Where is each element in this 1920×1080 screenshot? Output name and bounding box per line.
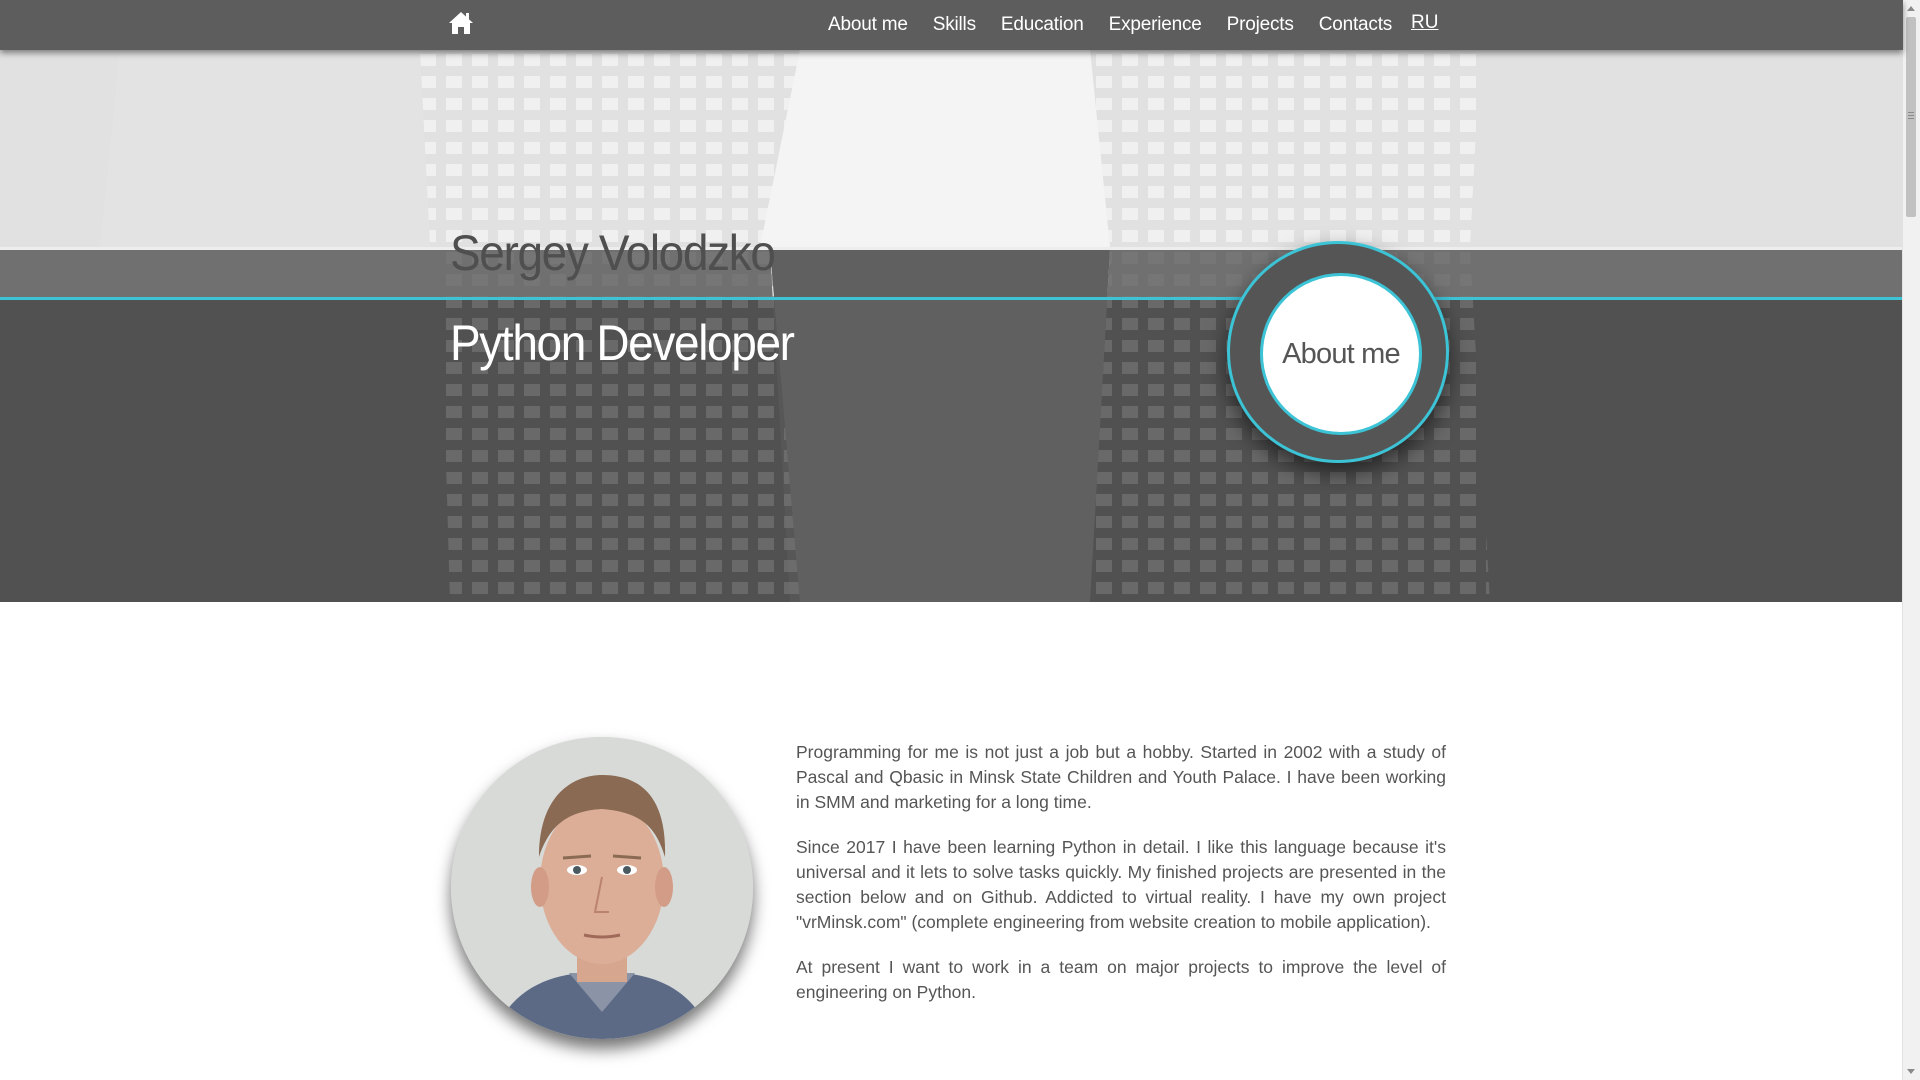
home-icon[interactable] [448,11,474,35]
nav-item-skills[interactable]: Skills [933,14,976,36]
nav-item-about-me[interactable]: About me [828,14,908,36]
about-paragraph: At present I want to work in a team on m… [796,957,1446,1002]
hero-accent-line [0,297,1903,300]
hero-role: Python Developer [450,315,795,371]
about-paragraph: Since 2017 I have been learning Python i… [796,837,1446,932]
language-switch-link[interactable]: RU [1411,12,1438,34]
nav-menu: About me Skills Education Experience Pro… [828,0,1417,50]
profile-photo-image [451,737,753,1039]
about-paragraph: Programming for me is not just a job but… [796,742,1446,812]
profile-photo [451,737,753,1039]
nav-item-contacts[interactable]: Contacts [1319,14,1393,36]
nav-item-projects[interactable]: Projects [1227,14,1294,36]
nav-item-education[interactable]: Education [1001,14,1084,36]
page: Sergey Volodzko Python Developer About m… [0,0,1903,1080]
scroll-up-arrow-icon[interactable] [1907,6,1915,11]
top-navigation-bar: About me Skills Education Experience Pro… [0,0,1903,50]
buildings-background-image [0,50,1903,602]
hero-name: Sergey Volodzko [450,225,776,281]
page-scrollbar[interactable] [1902,0,1920,1080]
about-me-badge: About me [1260,273,1422,435]
hero-section: Sergey Volodzko Python Developer About m… [0,50,1903,602]
about-me-badge-label: About me [1282,337,1401,370]
about-me-text: Programming for me is not just a job but… [796,740,1446,1025]
scrollbar-grip-icon [1908,112,1914,119]
scroll-down-arrow-icon[interactable] [1907,1069,1915,1074]
nav-item-experience[interactable]: Experience [1109,14,1202,36]
